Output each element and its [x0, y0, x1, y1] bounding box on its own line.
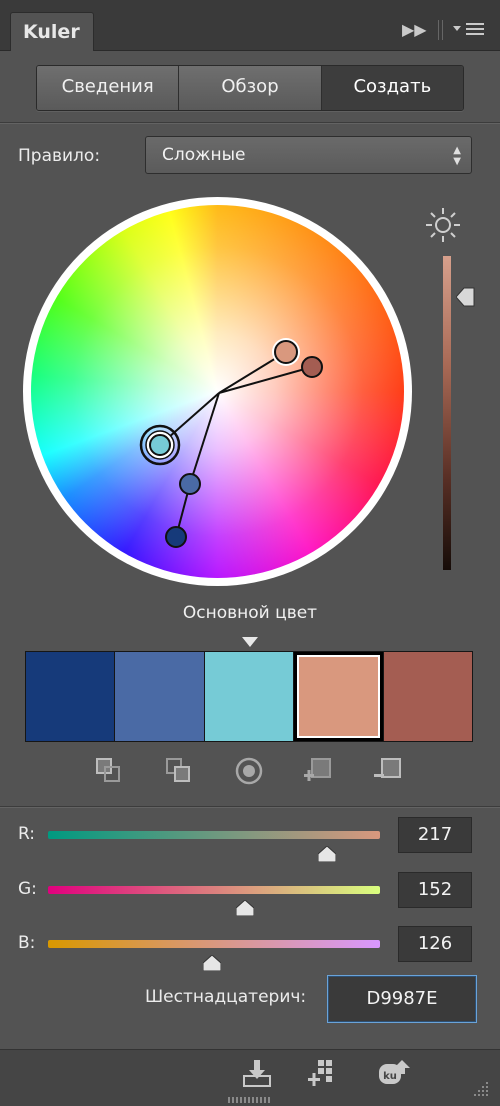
tab-browse[interactable]: Обзор [179, 66, 322, 110]
blue-label: B: [18, 933, 36, 953]
drag-handle[interactable] [228, 1097, 272, 1103]
rule-label: Правило: [18, 146, 101, 166]
sun-icon [423, 205, 463, 249]
green-slider-handle[interactable] [235, 899, 255, 920]
swatch-4[interactable] [294, 652, 384, 741]
blue-value-input[interactable]: 126 [398, 926, 472, 962]
svg-text:ku: ku [383, 1071, 397, 1082]
hex-label: Шестнадцатерич: [145, 987, 307, 1007]
color-wheel-markers[interactable] [23, 197, 412, 586]
resize-grip-icon[interactable] [470, 1080, 492, 1104]
divider [0, 806, 500, 808]
red-label: R: [18, 824, 36, 844]
blue-slider-handle[interactable] [202, 954, 222, 975]
tab-create[interactable]: Создать [321, 66, 463, 110]
swatch-tool-1-icon[interactable] [94, 756, 124, 786]
blue-slider[interactable] [48, 940, 380, 948]
swatch-5[interactable] [383, 652, 473, 741]
upload-kuler-icon[interactable]: ku [376, 1056, 410, 1090]
green-value-input[interactable]: 152 [398, 872, 472, 908]
select-arrows-icon: ▲ ▼ [453, 145, 461, 167]
green-label: G: [18, 879, 37, 899]
marker-color-5[interactable] [301, 356, 323, 378]
hex-input[interactable]: D9987E [327, 975, 477, 1023]
rule-select-value: Сложные [162, 145, 246, 165]
add-swatch-icon[interactable] [302, 756, 332, 786]
fast-forward-icon[interactable]: ▶▶ [402, 20, 427, 39]
swatch-1[interactable] [26, 652, 116, 741]
mode-tabs: Сведения Обзор Создать [36, 65, 464, 111]
base-color-label: Основной цвет [182, 603, 318, 623]
swatch-3[interactable] [204, 652, 295, 741]
marker-color-1[interactable] [165, 526, 187, 548]
panel-menu-icon[interactable] [450, 19, 488, 43]
brightness-slider-handle[interactable] [455, 286, 476, 312]
divider [0, 122, 500, 124]
red-slider[interactable] [48, 831, 380, 839]
swatch-tool-2-icon[interactable] [164, 756, 194, 786]
header-divider [438, 20, 439, 40]
swatch-2[interactable] [115, 652, 205, 741]
caret-down-icon [242, 632, 258, 651]
add-to-swatches-icon[interactable] [306, 1056, 340, 1090]
red-slider-handle[interactable] [317, 845, 337, 866]
green-slider[interactable] [48, 886, 380, 894]
swatch-strip [25, 651, 473, 742]
panel-tab-kuler[interactable]: Kuler [10, 12, 94, 51]
save-download-icon[interactable] [240, 1056, 274, 1090]
marker-color-2[interactable] [179, 473, 201, 495]
rule-select[interactable]: Сложные ▲ ▼ [145, 136, 472, 174]
tab-info[interactable]: Сведения [37, 66, 180, 110]
marker-base-color[interactable] [274, 340, 298, 364]
remove-swatch-icon[interactable] [372, 756, 402, 786]
red-value-input[interactable]: 217 [398, 817, 472, 853]
marker-color-3[interactable] [149, 434, 171, 456]
target-icon[interactable] [234, 756, 264, 786]
header-divider [442, 20, 443, 40]
brightness-slider[interactable] [443, 256, 451, 570]
